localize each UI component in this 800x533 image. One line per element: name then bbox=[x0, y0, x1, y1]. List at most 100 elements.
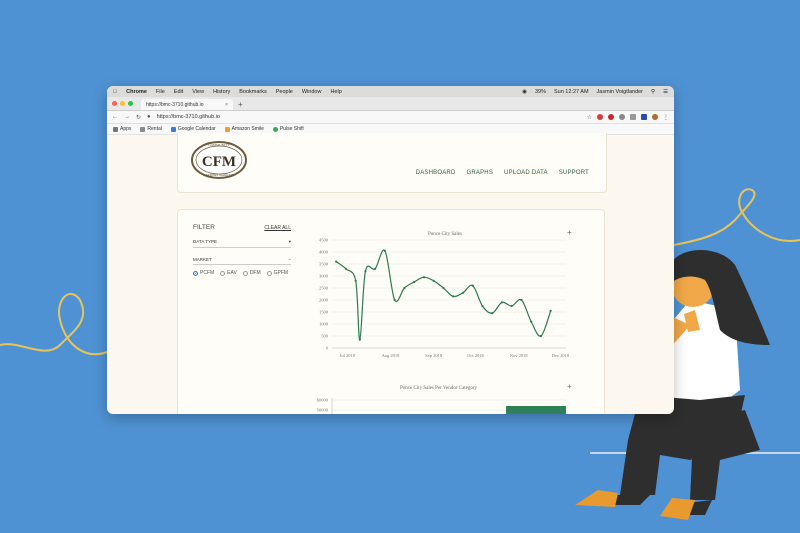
new-tab-button[interactable]: + bbox=[238, 99, 243, 110]
dashboard-panel: FILTER CLEAR ALL DATA TYPE ▾ MARKET − PC… bbox=[177, 209, 605, 414]
nav-upload-data[interactable]: UPLOAD DATA bbox=[504, 170, 548, 176]
sales-data-point bbox=[549, 309, 552, 312]
window-minimize-button[interactable] bbox=[120, 101, 125, 106]
sales-data-point bbox=[364, 270, 367, 273]
menu-item-window[interactable]: Window bbox=[302, 89, 322, 95]
extension-block-icon[interactable] bbox=[608, 114, 614, 120]
lock-icon: ● bbox=[147, 114, 151, 120]
menu-item-view[interactable]: View bbox=[192, 89, 204, 95]
forward-arrow-icon[interactable]: → bbox=[124, 114, 130, 120]
clear-all-link[interactable]: CLEAR ALL bbox=[264, 225, 291, 231]
menu-item-help[interactable]: Help bbox=[330, 89, 341, 95]
apple-icon[interactable]:  bbox=[113, 89, 117, 95]
bookmark-star-icon[interactable]: ☆ bbox=[587, 114, 592, 121]
sales-data-point bbox=[422, 276, 426, 279]
market-radio-group: PCFM EAV DFM GPFM bbox=[193, 270, 291, 276]
data-type-label: DATA TYPE bbox=[193, 239, 218, 244]
vendor-chart-expand-icon[interactable]: + bbox=[567, 382, 572, 391]
y-tick-label: 3500 bbox=[319, 262, 329, 267]
tab-title: https://bmc-3710.github.io bbox=[146, 101, 204, 108]
menu-item-chrome[interactable]: Chrome bbox=[126, 89, 147, 95]
radio-dfm[interactable]: DFM bbox=[242, 270, 261, 276]
reload-icon[interactable]: ↻ bbox=[136, 114, 141, 121]
chevron-up-icon: − bbox=[288, 257, 291, 262]
sales-data-point bbox=[520, 298, 523, 302]
tab-bar: https://bmc-3710.github.io × + bbox=[107, 97, 674, 111]
bar-y-tick-label: 60000 bbox=[317, 398, 329, 403]
y-tick-label: 2500 bbox=[319, 286, 329, 291]
radio-gpfm[interactable]: GPFM bbox=[266, 270, 288, 276]
market-label: MARKET bbox=[193, 257, 212, 262]
nav-support[interactable]: SUPPORT bbox=[559, 170, 589, 176]
browser-window:  Chrome File Edit View History Bookmark… bbox=[107, 86, 674, 414]
y-tick-label: 500 bbox=[321, 334, 329, 339]
sales-data-point bbox=[358, 338, 361, 341]
sales-data-point bbox=[383, 249, 387, 252]
battery-percent[interactable]: 39% bbox=[535, 89, 546, 95]
menu-item-edit[interactable]: Edit bbox=[174, 89, 183, 95]
menu-user[interactable]: Jasmin Voigtlander bbox=[597, 89, 643, 95]
profile-avatar[interactable] bbox=[652, 114, 658, 120]
market-select[interactable]: MARKET − bbox=[193, 257, 291, 265]
sales-data-point bbox=[530, 320, 533, 323]
data-type-select[interactable]: DATA TYPE ▾ bbox=[193, 239, 291, 248]
sales-data-point bbox=[432, 279, 435, 282]
vendor-chart-title: Ponce City Sales Per Vendor Category bbox=[400, 386, 477, 391]
y-tick-label: 0 bbox=[326, 346, 329, 351]
wifi-icon[interactable]: ◉ bbox=[522, 89, 527, 95]
sales-series-line bbox=[335, 249, 552, 341]
sales-data-point bbox=[354, 279, 357, 282]
bookmark-rental[interactable]: Rental bbox=[140, 126, 162, 132]
extension-cast-icon[interactable] bbox=[619, 114, 625, 120]
y-tick-label: 1000 bbox=[319, 322, 329, 327]
extension-blue-icon[interactable] bbox=[641, 114, 647, 120]
address-bar: ← → ↻ ● https://bmc-3710.github.io ☆ ⋮ bbox=[107, 111, 674, 124]
nav-graphs[interactable]: GRAPHS bbox=[467, 170, 494, 176]
y-tick-label: 4000 bbox=[319, 250, 329, 255]
spotlight-search-icon[interactable]: ⚲ bbox=[651, 89, 655, 95]
cfm-logo[interactable]: COMMUNITY CFM FARMERS MARKETS bbox=[190, 139, 248, 181]
menu-item-file[interactable]: File bbox=[156, 89, 165, 95]
sales-data-point bbox=[335, 260, 338, 263]
logo-text: CFM bbox=[202, 154, 236, 170]
y-tick-label: 2000 bbox=[319, 298, 329, 303]
back-arrow-icon[interactable]: ← bbox=[112, 114, 118, 120]
radio-pcfm[interactable]: PCFM bbox=[193, 270, 214, 276]
folder-icon bbox=[140, 126, 146, 132]
bookmark-pulse-shift[interactable]: Pulse Shift bbox=[272, 126, 304, 132]
x-tick-label: Jul 2018 bbox=[340, 353, 356, 358]
sales-data-point bbox=[500, 301, 504, 304]
window-maximize-button[interactable] bbox=[128, 101, 133, 106]
window-close-button[interactable] bbox=[112, 101, 117, 106]
chrome-menu-icon[interactable]: ⋮ bbox=[663, 114, 669, 121]
x-tick-label: Oct 2018 bbox=[467, 353, 484, 358]
url-field[interactable]: https://bmc-3710.github.io bbox=[157, 114, 220, 120]
sales-line-chart: 0 500 1000 1500 2000 2500 3000 3500 4000 4500 Jul … bbox=[319, 238, 570, 359]
filter-panel: FILTER CLEAR ALL DATA TYPE ▾ MARKET − PC… bbox=[193, 224, 291, 276]
bookmark-amazon-smile[interactable]: Amazon Smile bbox=[224, 126, 264, 132]
sales-data-point bbox=[481, 304, 484, 308]
tab-close-icon[interactable]: × bbox=[225, 102, 228, 108]
apps-grid-icon bbox=[113, 126, 118, 132]
menu-clock[interactable]: Sun 12:27 AM bbox=[554, 89, 589, 95]
sales-data-point bbox=[539, 334, 543, 338]
sales-data-point bbox=[344, 267, 348, 270]
extension-square-icon[interactable] bbox=[630, 114, 636, 120]
y-tick-label: 3000 bbox=[319, 274, 329, 279]
browser-tab[interactable]: https://bmc-3710.github.io × bbox=[141, 99, 233, 110]
notification-center-icon[interactable]: ☰ bbox=[663, 89, 668, 95]
sales-data-point bbox=[471, 284, 474, 287]
menu-item-people[interactable]: People bbox=[276, 89, 293, 95]
bookmark-google-calendar[interactable]: Google Calendar bbox=[170, 126, 216, 132]
x-tick-label: Dec 2018 bbox=[552, 353, 570, 358]
bookmark-apps[interactable]: Apps bbox=[113, 126, 131, 132]
right-squiggle-line bbox=[673, 188, 800, 246]
radio-eav[interactable]: EAV bbox=[220, 270, 237, 276]
sales-data-point bbox=[413, 280, 416, 284]
menu-item-history[interactable]: History bbox=[213, 89, 230, 95]
extension-red-icon[interactable] bbox=[597, 114, 603, 120]
vendor-bar-chart: 60000 50000 bbox=[317, 398, 566, 414]
nav-dashboard[interactable]: DASHBOARD bbox=[416, 170, 456, 176]
y-tick-label: 4500 bbox=[319, 238, 329, 243]
menu-item-bookmarks[interactable]: Bookmarks bbox=[239, 89, 267, 95]
